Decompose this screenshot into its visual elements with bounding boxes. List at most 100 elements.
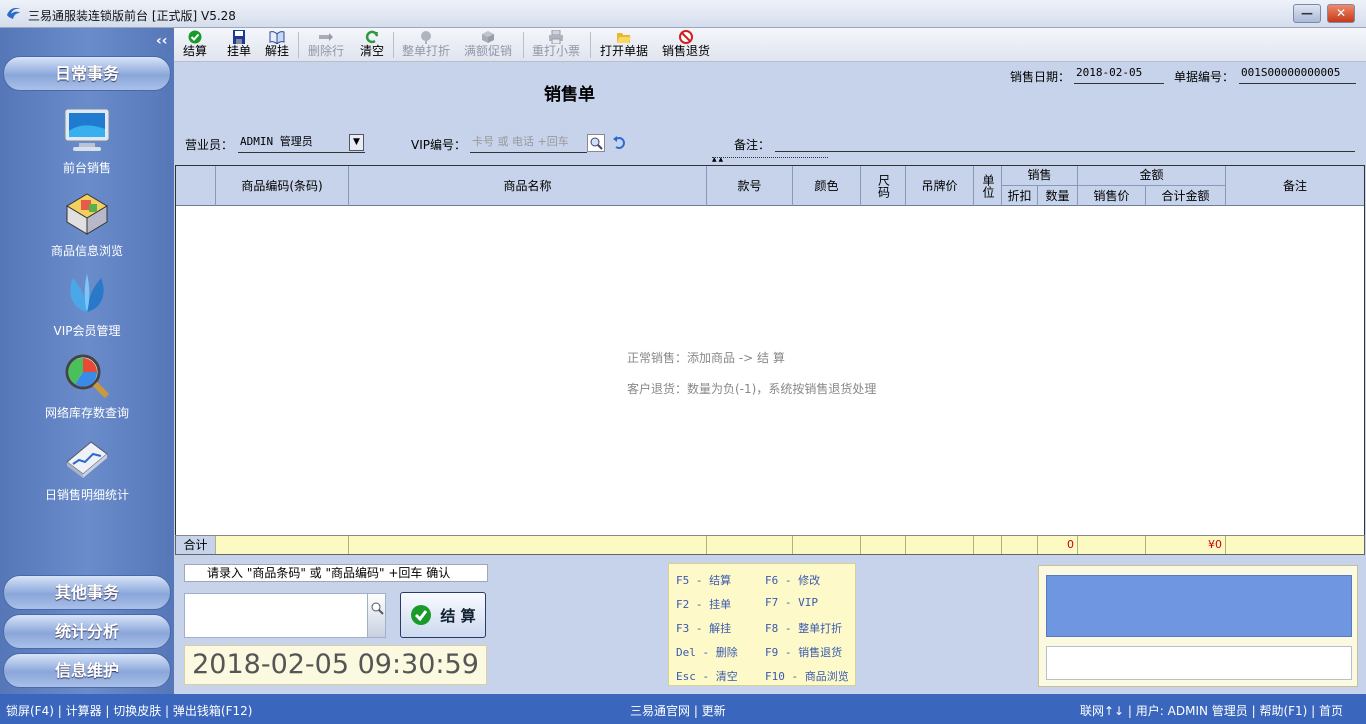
unhold-order-tool-button[interactable]: 解挂 bbox=[263, 30, 291, 60]
status-center-links[interactable]: 三易通官网 | 更新 bbox=[630, 702, 726, 719]
salesman-label: 营业员： bbox=[185, 138, 234, 152]
sidebar-item-label: 商品信息浏览 bbox=[50, 244, 123, 258]
whole-order-discount-tool-button[interactable]: 整单打折 bbox=[401, 30, 451, 60]
chart-book-icon bbox=[66, 441, 108, 478]
table-sum-row: 合计 0 ¥0 bbox=[175, 535, 1365, 555]
hint-customer-return: 客户退货：数量为负(-1)，系统按销售退货处理 bbox=[627, 382, 877, 396]
category-other-affairs[interactable]: 其他事务 bbox=[3, 575, 171, 610]
col-remark[interactable]: 备注 bbox=[1226, 166, 1364, 206]
shortcut-del: Del - 删除 bbox=[676, 646, 738, 659]
col-group-sales: 销售 bbox=[1002, 166, 1078, 186]
col-product-name[interactable]: 商品名称 bbox=[349, 166, 707, 206]
monitor-icon bbox=[64, 108, 110, 151]
sum-cell bbox=[1002, 536, 1038, 554]
sidebar-item-label: VIP会员管理 bbox=[53, 324, 121, 338]
col-total-amount[interactable]: 合计金额 bbox=[1146, 186, 1226, 206]
table-header: 商品编码(条码) 商品名称 款号 颜色 尺码 吊牌价 单位 销售 折扣 数量 金… bbox=[176, 166, 1364, 206]
vip-leaf-icon bbox=[70, 274, 104, 312]
close-button[interactable]: ✕ bbox=[1327, 4, 1355, 23]
magnifier-icon bbox=[371, 602, 384, 615]
gift-box-icon bbox=[482, 31, 494, 43]
hold-order-tool-button[interactable]: 挂单 bbox=[225, 30, 253, 60]
sum-cell bbox=[216, 536, 349, 554]
sidebar-item-front-sales[interactable]: 前台销售 bbox=[0, 105, 174, 185]
dropdown-arrow-icon[interactable]: ▼ bbox=[349, 134, 364, 151]
category-statistics[interactable]: 统计分析 bbox=[3, 614, 171, 649]
checkout-label: 结 算 bbox=[440, 606, 476, 625]
checkout-tool-button[interactable]: 结算 bbox=[181, 30, 209, 60]
col-size[interactable]: 尺码 bbox=[861, 166, 906, 206]
col-color[interactable]: 颜色 bbox=[793, 166, 861, 206]
shortcut-f7: F7 - VIP bbox=[765, 596, 818, 609]
title-bar: 三易通服装连锁版前台 [正式版] V5.28 — ✕ bbox=[0, 0, 1366, 28]
category-daily-affairs[interactable]: 日常事务 bbox=[3, 56, 171, 91]
col-discount[interactable]: 折扣 bbox=[1002, 186, 1038, 206]
remark-label: 备注： bbox=[734, 138, 771, 152]
shortcut-keys-panel: F5 - 结算 F6 - 修改 F2 - 挂单 F7 - VIP F3 - 解挂… bbox=[668, 563, 856, 686]
col-tag-price[interactable]: 吊牌价 bbox=[906, 166, 974, 206]
category-info-maintenance[interactable]: 信息维护 bbox=[3, 653, 171, 688]
sidebar-item-daily-sales-stats[interactable]: 日销售明细统计 bbox=[0, 432, 174, 512]
save-disk-icon bbox=[233, 30, 245, 44]
sum-quantity: 0 bbox=[1038, 536, 1078, 554]
col-sale-price[interactable]: 销售价 bbox=[1078, 186, 1146, 206]
bottom-panel: 请录入 "商品条码" 或 "商品编码" +回车 确认 结 算 2018-02-0… bbox=[174, 555, 1366, 694]
tag-icon bbox=[421, 31, 431, 44]
col-quantity[interactable]: 数量 bbox=[1038, 186, 1078, 206]
display-info-box bbox=[1046, 646, 1352, 680]
splitter-handle[interactable]: ▲ ▲ bbox=[712, 157, 828, 163]
shortcut-f5: F5 - 结算 bbox=[676, 574, 732, 587]
undo-icon[interactable] bbox=[612, 136, 626, 150]
status-left-links[interactable]: 锁屏(F4) | 计算器 | 切换皮肤 | 弹出钱箱(F12) bbox=[6, 702, 252, 719]
sales-date-field[interactable]: 2018-02-05 bbox=[1074, 66, 1164, 84]
checkout-button[interactable]: 结 算 bbox=[400, 592, 486, 638]
refresh-icon bbox=[365, 30, 379, 44]
reprint-receipt-tool-button[interactable]: 重打小票 bbox=[531, 30, 581, 60]
check-circle-icon bbox=[188, 30, 202, 44]
clock-display: 2018-02-05 09:30:59 bbox=[184, 645, 487, 685]
sum-total-amount: ¥0 bbox=[1146, 536, 1226, 554]
printer-icon bbox=[549, 30, 563, 44]
delete-row-tool-button[interactable]: 删除行 bbox=[307, 30, 345, 60]
sum-cell bbox=[349, 536, 707, 554]
hint-normal-sale: 正常销售：添加商品 -> 结 算 bbox=[627, 351, 785, 365]
sidebar-item-label: 前台销售 bbox=[62, 161, 111, 175]
col-style-number[interactable]: 款号 bbox=[707, 166, 793, 206]
shortcut-f2: F2 - 挂单 bbox=[676, 598, 732, 611]
vip-number-input[interactable]: 卡号 或 电话 +回车 bbox=[470, 133, 587, 153]
col-unit[interactable]: 单位 bbox=[974, 166, 1002, 206]
minimize-button[interactable]: — bbox=[1293, 4, 1321, 23]
sidebar-item-vip-management[interactable]: VIP会员管理 bbox=[0, 268, 174, 348]
sidebar-item-label: 网络库存数查询 bbox=[44, 406, 129, 420]
no-entry-icon bbox=[679, 30, 693, 44]
collapse-sidebar-icon[interactable]: ‹‹ bbox=[156, 33, 168, 49]
sales-date-label: 销售日期： bbox=[1010, 70, 1071, 84]
salesman-select[interactable]: ADMIN 管理员 bbox=[238, 133, 365, 153]
sales-return-tool-button[interactable]: 销售退货 bbox=[661, 30, 711, 60]
col-product-code[interactable]: 商品编码(条码) bbox=[216, 166, 349, 206]
sidebar-item-product-browse[interactable]: 商品信息浏览 bbox=[0, 188, 174, 268]
form-header: 销售单 销售日期： 2018-02-05 单据编号： 001S000000000… bbox=[174, 62, 1366, 164]
status-bar: 锁屏(F4) | 计算器 | 切换皮肤 | 弹出钱箱(F12) 三易通官网 | … bbox=[0, 694, 1366, 724]
clear-tool-button[interactable]: 清空 bbox=[358, 30, 386, 60]
magnifier-chart-icon bbox=[65, 354, 110, 399]
delete-row-icon bbox=[319, 33, 333, 41]
full-amount-promo-tool-button[interactable]: 满额促销 bbox=[463, 30, 513, 60]
status-right-info[interactable]: 联网↑↓ | 用户: ADMIN 管理员 | 帮助(F1) | 首页 bbox=[1080, 702, 1343, 719]
barcode-search-button[interactable] bbox=[367, 593, 386, 638]
vip-search-icon[interactable] bbox=[587, 134, 605, 152]
row-selector-header bbox=[176, 166, 216, 206]
remark-input[interactable] bbox=[775, 134, 1355, 152]
display-screen bbox=[1046, 575, 1352, 637]
barcode-input[interactable] bbox=[184, 593, 386, 638]
sales-items-table[interactable]: 商品编码(条码) 商品名称 款号 颜色 尺码 吊牌价 单位 销售 折扣 数量 金… bbox=[175, 165, 1365, 555]
shortcut-f10: F10 - 商品浏览 bbox=[765, 670, 849, 683]
document-number-label: 单据编号： bbox=[1174, 70, 1235, 84]
toolbar-separator bbox=[590, 32, 591, 58]
shortcut-f8: F8 - 整单打折 bbox=[765, 622, 843, 635]
open-document-tool-button[interactable]: 打开单据 bbox=[599, 30, 649, 60]
sidebar-item-network-stock-query[interactable]: 网络库存数查询 bbox=[0, 350, 174, 430]
open-book-icon bbox=[269, 31, 285, 44]
toolbar-separator bbox=[393, 32, 394, 58]
cube-box-icon bbox=[66, 193, 108, 235]
